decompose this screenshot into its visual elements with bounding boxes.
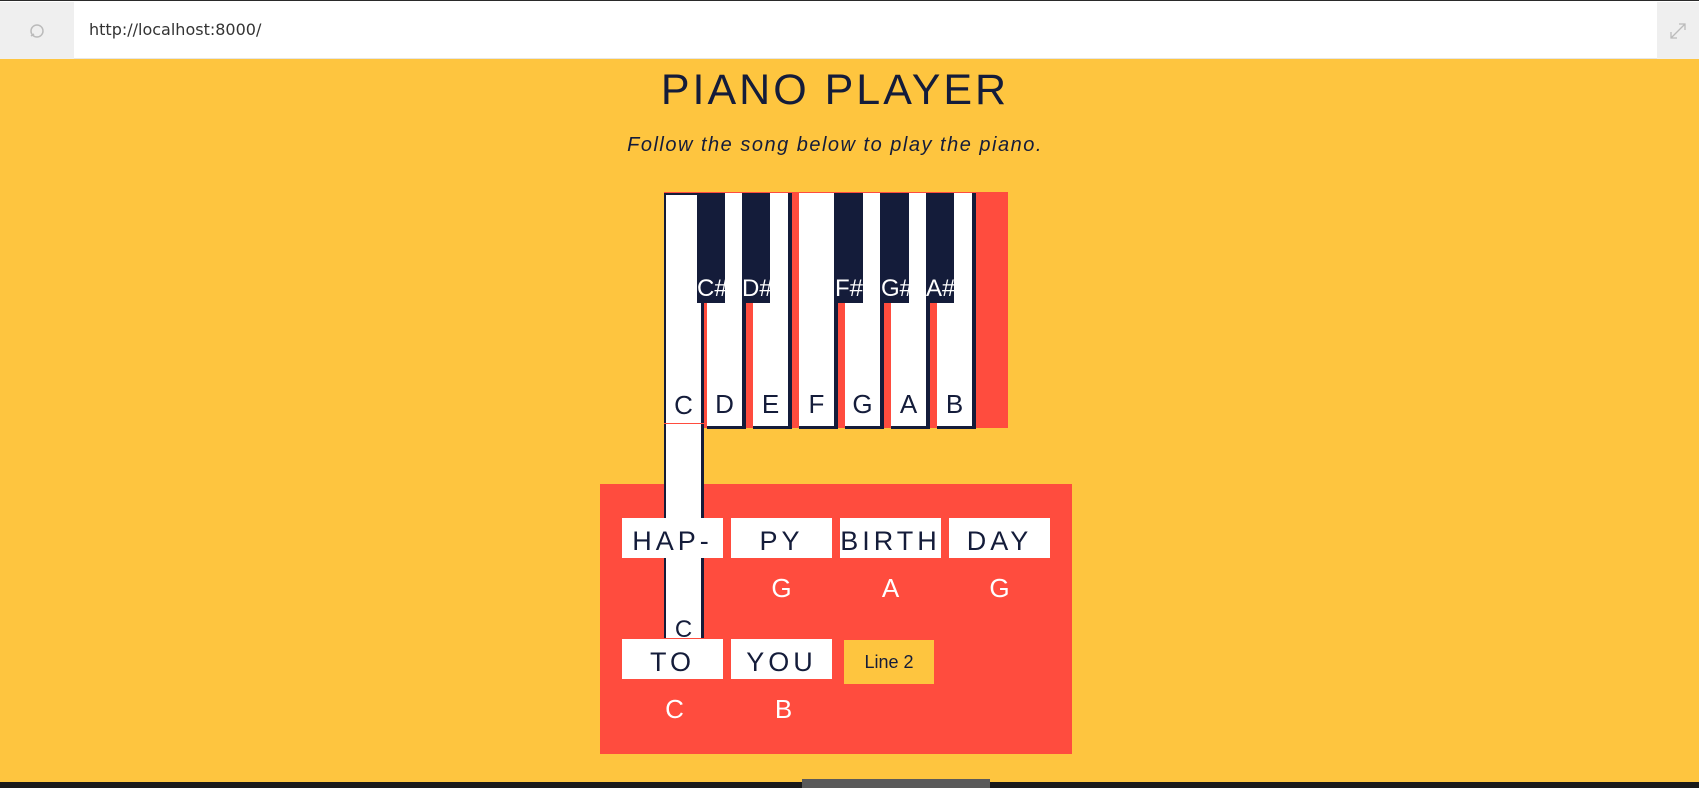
key-label: A# — [926, 275, 956, 302]
url-field[interactable]: http://localhost:8000/ — [89, 20, 261, 39]
expand-icon — [1670, 22, 1686, 39]
piano-key-f[interactable]: F — [799, 193, 838, 429]
lyric-word: BIRTH — [840, 518, 941, 558]
pressed-key-label: C — [674, 616, 693, 638]
next-line-button[interactable]: Line 2 — [844, 640, 934, 684]
lyric-word: HAP- — [622, 518, 723, 558]
key-label: F — [808, 389, 825, 419]
key-label: G — [852, 389, 873, 419]
expand-button[interactable] — [1657, 2, 1699, 59]
piano-key-a-sharp[interactable]: A# — [926, 193, 956, 303]
reload-icon — [30, 23, 44, 38]
key-label: B — [945, 389, 964, 419]
lyric-note: G — [771, 573, 792, 603]
browser-address-bar: http://localhost:8000/ — [0, 0, 1699, 59]
piano-key-g-sharp[interactable]: G# — [881, 193, 914, 303]
reload-button[interactable] — [0, 2, 74, 59]
piano-key-f-sharp[interactable]: F# — [835, 193, 863, 303]
lyric-note: G — [989, 573, 1010, 603]
piano-key-d-sharp[interactable]: D# — [742, 193, 773, 303]
key-label: F# — [835, 275, 864, 302]
lyric-note: C — [665, 694, 684, 724]
key-label: D# — [742, 275, 773, 302]
lyric-note: B — [774, 694, 793, 724]
scroll-handle[interactable] — [802, 779, 990, 788]
key-label: C — [674, 390, 693, 420]
lyric-note: A — [881, 573, 900, 603]
key-label: E — [761, 389, 780, 419]
lyric-word: YOU — [731, 639, 832, 679]
lyric-word: TO — [622, 639, 723, 679]
key-label: A — [899, 389, 918, 419]
lyric-word: PY — [731, 518, 832, 558]
key-label: D — [715, 389, 734, 419]
lyric-word: DAY — [949, 518, 1050, 558]
key-label: C# — [697, 275, 728, 302]
key-label: G# — [881, 275, 914, 302]
page-subtitle: Follow the song below to play the piano. — [627, 134, 1043, 156]
piano-key-c-sharp[interactable]: C# — [697, 193, 728, 303]
page-title: PIANO PLAYER — [660, 66, 1010, 114]
